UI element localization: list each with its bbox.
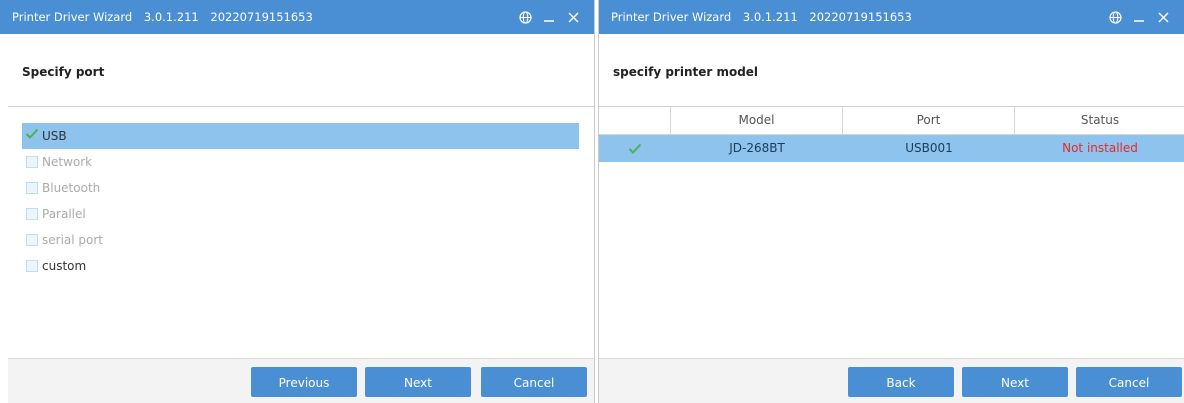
checkbox[interactable]	[26, 234, 38, 246]
port-panel: USB Network Bluetooth Parallel serial port cu…	[8, 107, 594, 359]
app-version: 3.0.1.211	[143, 10, 199, 24]
port-option-label: Bluetooth	[42, 181, 101, 195]
title-bar[interactable]: Printer Driver Wizard 3.0.1.211 20220719…	[599, 0, 1184, 34]
globe-icon[interactable]	[516, 8, 534, 26]
printer-table: Model Port Status JD-268BT USB001 Not in…	[599, 107, 1184, 162]
next-button[interactable]: Next	[365, 367, 471, 397]
app-build: 20220719151653	[809, 10, 912, 24]
port-option[interactable]: USB	[22, 123, 579, 149]
column-header-status[interactable]: Status	[1015, 107, 1184, 134]
port-option-label: USB	[42, 129, 67, 143]
checkbox[interactable]	[26, 260, 38, 272]
app-name: Printer Driver Wizard	[12, 10, 133, 24]
model-panel: Model Port Status JD-268BT USB001 Not in…	[599, 107, 1184, 359]
cancel-button[interactable]: Cancel	[1076, 367, 1182, 397]
page-title: specify printer model	[613, 65, 759, 79]
column-header-select[interactable]	[599, 107, 671, 134]
button-bar: Back Next Cancel	[599, 358, 1184, 403]
previous-button[interactable]: Previous	[251, 367, 357, 397]
port-option[interactable]: Parallel	[22, 201, 579, 227]
minimize-icon[interactable]	[540, 8, 558, 26]
port-option-label: serial port	[42, 233, 104, 247]
minimize-icon[interactable]	[1130, 8, 1148, 26]
row-model: JD-268BT	[729, 141, 785, 155]
checkbox[interactable]	[26, 208, 38, 220]
back-button[interactable]: Back	[848, 367, 954, 397]
next-button[interactable]: Next	[962, 367, 1068, 397]
row-status: Not installed	[1062, 141, 1138, 155]
checkbox[interactable]	[26, 156, 38, 168]
page-title: Specify port	[22, 65, 105, 79]
checkbox-checked-icon[interactable]	[25, 128, 39, 142]
port-option[interactable]: Bluetooth	[22, 175, 579, 201]
port-list: USB Network Bluetooth Parallel serial port cu…	[22, 123, 579, 279]
specify-port-window: Printer Driver Wizard 3.0.1.211 20220719…	[0, 0, 595, 403]
port-option-label: Network	[42, 155, 93, 169]
checkbox[interactable]	[26, 182, 38, 194]
app-name: Printer Driver Wizard	[611, 10, 732, 24]
close-icon[interactable]	[1154, 8, 1172, 26]
table-row[interactable]: JD-268BT USB001 Not installed	[599, 135, 1184, 162]
port-option-label: Parallel	[42, 207, 86, 221]
table-header: Model Port Status	[599, 107, 1184, 135]
globe-icon[interactable]	[1106, 8, 1124, 26]
title-bar[interactable]: Printer Driver Wizard 3.0.1.211 20220719…	[0, 0, 594, 34]
row-port: USB001	[905, 141, 953, 155]
close-icon[interactable]	[564, 8, 582, 26]
page-header: Specify port	[8, 34, 594, 107]
app-build: 20220719151653	[210, 10, 313, 24]
port-option-label: custom	[42, 259, 87, 273]
specify-printer-model-window: Printer Driver Wizard 3.0.1.211 20220719…	[598, 0, 1184, 403]
page-header: specify printer model	[599, 34, 1184, 107]
port-option[interactable]: Network	[22, 149, 579, 175]
row-checkbox-cell[interactable]	[599, 135, 671, 162]
cancel-button[interactable]: Cancel	[481, 367, 587, 397]
column-header-model[interactable]: Model	[671, 107, 843, 134]
window-title: Printer Driver Wizard 3.0.1.211 20220719…	[611, 10, 920, 24]
column-header-port[interactable]: Port	[843, 107, 1015, 134]
app-version: 3.0.1.211	[742, 10, 798, 24]
window-title: Printer Driver Wizard 3.0.1.211 20220719…	[12, 10, 321, 24]
button-bar: Previous Next Cancel	[8, 358, 594, 403]
port-option[interactable]: serial port	[22, 227, 579, 253]
port-option[interactable]: custom	[22, 253, 579, 279]
checkbox-checked-icon[interactable]	[628, 143, 642, 155]
